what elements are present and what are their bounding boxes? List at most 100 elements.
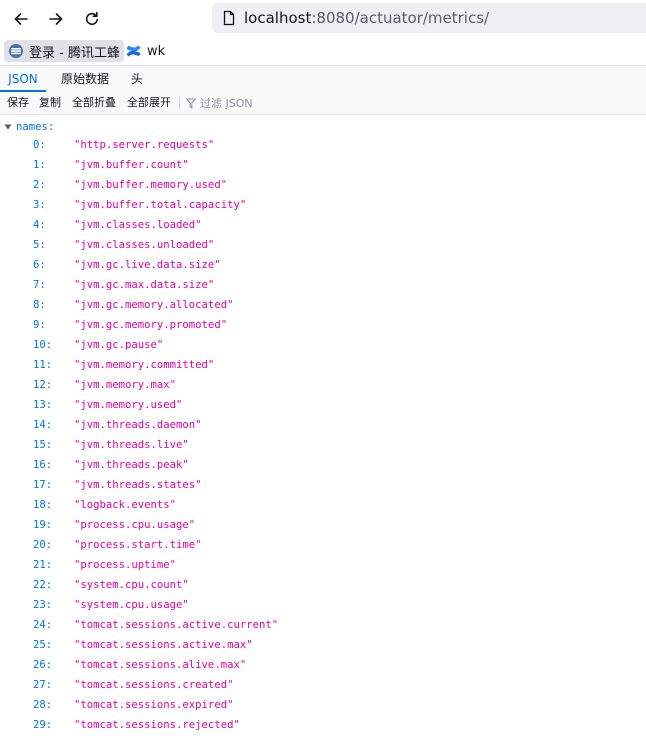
json-string-value: "jvm.gc.memory.allocated" xyxy=(74,299,234,311)
json-key: 7: xyxy=(33,279,46,291)
json-key: 6: xyxy=(33,259,46,271)
json-row[interactable]: 3: "jvm.buffer.total.capacity" xyxy=(0,196,646,216)
json-row[interactable]: 8: "jvm.gc.memory.allocated" xyxy=(0,296,646,316)
json-key: 8: xyxy=(33,299,46,311)
json-row[interactable]: 24: "tomcat.sessions.active.current" xyxy=(0,616,646,636)
expand-triangle-icon[interactable] xyxy=(4,123,12,131)
json-string-value: "jvm.threads.states" xyxy=(74,479,202,491)
json-string-value: "tomcat.sessions.active.current" xyxy=(74,619,279,631)
json-key: 29: xyxy=(33,719,53,731)
json-key: 0: xyxy=(33,139,46,151)
url-host: localhost xyxy=(244,9,312,27)
url-path: :8080/actuator/metrics/ xyxy=(311,9,490,27)
json-key: 14: xyxy=(33,419,53,431)
viewer-tabs: JSON 原始数据 头 xyxy=(0,65,646,93)
json-key: 11: xyxy=(33,359,53,371)
filter-placeholder: 过滤 JSON xyxy=(200,97,253,110)
json-string-value: "tomcat.sessions.expired" xyxy=(74,699,234,711)
tgit-logo-icon xyxy=(9,44,23,58)
json-row[interactable]: 9: "jvm.gc.memory.promoted" xyxy=(0,316,646,336)
json-row[interactable]: 6: "jvm.gc.live.data.size" xyxy=(0,256,646,276)
json-toolbar: 保存 复制 全部折叠 全部展开 过滤 JSON xyxy=(0,92,646,115)
tab-raw-data[interactable]: 原始数据 xyxy=(54,66,116,92)
url-text[interactable]: localhost:8080/actuator/metrics/ xyxy=(244,9,489,27)
filter-icon xyxy=(186,98,196,109)
json-string-value: "tomcat.sessions.created" xyxy=(74,679,234,691)
json-row[interactable]: 4: "jvm.classes.loaded" xyxy=(0,216,646,236)
json-row[interactable]: 10: "jvm.gc.pause" xyxy=(0,336,646,356)
json-row[interactable]: 22: "system.cpu.count" xyxy=(0,576,646,596)
filter-json-input[interactable]: 过滤 JSON xyxy=(186,92,253,114)
json-row[interactable]: 27: "tomcat.sessions.created" xyxy=(0,676,646,696)
json-row[interactable]: 20: "process.start.time" xyxy=(0,536,646,556)
tab-json[interactable]: JSON xyxy=(0,66,46,92)
arrow-left-icon xyxy=(14,13,28,25)
json-string-value: "jvm.buffer.total.capacity" xyxy=(74,199,247,211)
json-row[interactable]: 29: "tomcat.sessions.rejected" xyxy=(0,716,646,736)
json-key: 15: xyxy=(33,439,53,451)
json-string-value: "tomcat.sessions.alive.max" xyxy=(74,659,247,671)
json-string-value: "jvm.memory.committed" xyxy=(74,359,215,371)
json-string-value: "tomcat.sessions.rejected" xyxy=(74,719,240,731)
json-row[interactable]: 2: "jvm.buffer.memory.used" xyxy=(0,176,646,196)
json-row[interactable]: 19: "process.cpu.usage" xyxy=(0,516,646,536)
json-row[interactable]: 5: "jvm.classes.unloaded" xyxy=(0,236,646,256)
json-row[interactable]: 1: "jvm.buffer.count" xyxy=(0,156,646,176)
bookmark-label: wk xyxy=(147,43,166,59)
json-string-value: "system.cpu.usage" xyxy=(74,599,189,611)
json-key: 27: xyxy=(33,679,53,691)
bookmark-tgit[interactable]: 登录 - 腾讯工蜂 xyxy=(4,40,124,62)
json-row[interactable]: 25: "tomcat.sessions.active.max" xyxy=(0,636,646,656)
forward-button[interactable] xyxy=(43,6,69,32)
tab-headers[interactable]: 头 xyxy=(124,66,150,92)
json-row[interactable]: 13: "jvm.memory.used" xyxy=(0,396,646,416)
address-bar[interactable]: localhost:8080/actuator/metrics/ xyxy=(212,3,646,33)
json-string-value: "jvm.gc.max.data.size" xyxy=(74,279,215,291)
json-row[interactable]: 28: "tomcat.sessions.expired" xyxy=(0,696,646,716)
json-row[interactable]: 26: "tomcat.sessions.alive.max" xyxy=(0,656,646,676)
json-key: 25: xyxy=(33,639,53,651)
json-string-value: "logback.events" xyxy=(74,499,177,511)
expand-all-button[interactable]: 全部展开 xyxy=(127,92,171,114)
bookmark-label: 登录 - 腾讯工蜂 xyxy=(29,45,120,61)
json-row[interactable]: 15: "jvm.threads.live" xyxy=(0,436,646,456)
json-row[interactable]: 14: "jvm.threads.daemon" xyxy=(0,416,646,436)
json-row[interactable]: 11: "jvm.memory.committed" xyxy=(0,356,646,376)
json-key: 16: xyxy=(33,459,53,471)
json-key: 28: xyxy=(33,699,53,711)
json-key: 3: xyxy=(33,199,46,211)
json-string-value: "system.cpu.count" xyxy=(74,579,189,591)
json-key: 23: xyxy=(33,599,53,611)
json-string-value: "jvm.threads.live" xyxy=(74,439,189,451)
json-string-value: "jvm.buffer.count" xyxy=(74,159,189,171)
json-row[interactable]: 18: "logback.events" xyxy=(0,496,646,516)
json-key: 19: xyxy=(33,519,53,531)
arrow-right-icon xyxy=(49,13,63,25)
collapse-all-button[interactable]: 全部折叠 xyxy=(72,92,116,114)
json-row[interactable]: 16: "jvm.threads.peak" xyxy=(0,456,646,476)
json-key-names: names: xyxy=(16,121,55,133)
reload-button[interactable] xyxy=(79,6,105,32)
json-key: 5: xyxy=(33,239,46,251)
json-row[interactable]: 0: "http.server.requests" xyxy=(0,136,646,156)
json-row[interactable]: 23: "system.cpu.usage" xyxy=(0,596,646,616)
json-row[interactable]: 21: "process.uptime" xyxy=(0,556,646,576)
json-key: 10: xyxy=(33,339,53,351)
json-row[interactable]: 17: "jvm.threads.states" xyxy=(0,476,646,496)
copy-button[interactable]: 复制 xyxy=(39,92,61,114)
bookmark-wk[interactable]: wk xyxy=(121,40,169,62)
json-key: 20: xyxy=(33,539,53,551)
browser-toolbar: localhost:8080/actuator/metrics/ xyxy=(0,0,646,37)
json-key: 1: xyxy=(33,159,46,171)
json-tree: names: 0: "http.server.requests" 1: "jvm.bu… xyxy=(0,116,646,752)
json-string-value: "jvm.gc.memory.promoted" xyxy=(74,319,228,331)
save-button[interactable]: 保存 xyxy=(7,92,29,114)
back-button[interactable] xyxy=(8,6,34,32)
page-info-icon[interactable] xyxy=(222,10,236,26)
json-key: 13: xyxy=(33,399,53,411)
json-row[interactable]: 12: "jvm.memory.max" xyxy=(0,376,646,396)
json-root-key[interactable]: names: xyxy=(4,119,54,135)
json-row[interactable]: 7: "jvm.gc.max.data.size" xyxy=(0,276,646,296)
json-key: 4: xyxy=(33,219,46,231)
json-string-value: "process.cpu.usage" xyxy=(74,519,196,531)
